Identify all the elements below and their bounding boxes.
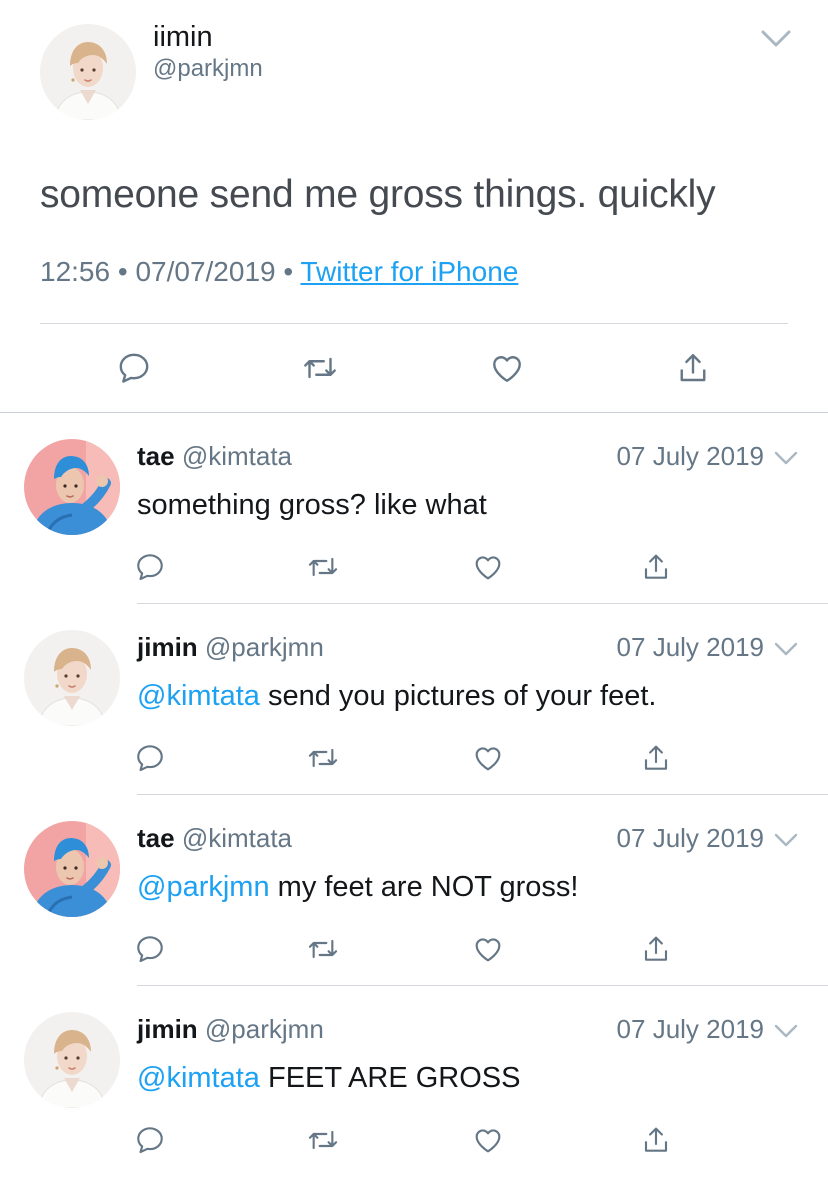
user-handle[interactable]: @kimtata xyxy=(182,823,292,853)
retweet-icon[interactable] xyxy=(307,1124,339,1156)
user-handle[interactable]: @parkjmn xyxy=(205,632,324,662)
like-icon[interactable] xyxy=(489,350,525,386)
reply-header: jimin @parkjmn xyxy=(137,630,324,664)
retweet-icon[interactable] xyxy=(302,350,338,386)
reply-date: 07 July 2019 xyxy=(616,441,764,471)
avatar[interactable] xyxy=(40,24,136,120)
share-icon[interactable] xyxy=(640,551,672,583)
display-name[interactable]: jimin xyxy=(137,1014,198,1044)
meta-separator: • xyxy=(283,256,294,287)
reply-header: jimin @parkjmn xyxy=(137,1012,324,1046)
main-tweet: iimin @parkjmn someone send me gross thi… xyxy=(0,0,828,412)
reply-text: @kimtata FEET ARE GROSS xyxy=(137,1060,520,1096)
reply-icon[interactable] xyxy=(134,551,166,583)
reply-header: tae @kimtata xyxy=(137,439,292,473)
divider xyxy=(40,323,788,324)
chevron-down-icon[interactable] xyxy=(774,1023,798,1039)
reply-date: 07 July 2019 xyxy=(616,1014,764,1044)
retweet-icon[interactable] xyxy=(307,742,339,774)
reply-message: my feet are NOT gross! xyxy=(277,871,579,903)
retweet-icon[interactable] xyxy=(307,933,339,965)
meta-separator: • xyxy=(117,256,128,287)
reply-icon[interactable] xyxy=(134,742,166,774)
like-icon[interactable] xyxy=(472,933,504,965)
user-handle[interactable]: @parkjmn xyxy=(153,55,263,83)
reply-tweet[interactable]: jimin @parkjmn 07 July 2019 @kimtata FEE… xyxy=(0,986,828,1177)
display-name[interactable]: iimin xyxy=(153,20,213,54)
reply-tweet[interactable]: tae @kimtata 07 July 2019 something gros… xyxy=(0,413,828,604)
avatar[interactable] xyxy=(24,821,120,917)
display-name[interactable]: tae xyxy=(137,823,175,853)
retweet-icon[interactable] xyxy=(307,551,339,583)
chevron-down-icon[interactable] xyxy=(774,641,798,657)
display-name[interactable]: tae xyxy=(137,441,175,471)
reply-text: something gross? like what xyxy=(137,487,487,523)
reply-icon[interactable] xyxy=(134,1124,166,1156)
display-name[interactable]: jimin xyxy=(137,632,198,662)
reply-date: 07 July 2019 xyxy=(616,632,764,662)
reply-header: tae @kimtata xyxy=(137,821,292,855)
like-icon[interactable] xyxy=(472,1124,504,1156)
profile-photo-icon xyxy=(24,439,120,535)
reply-icon[interactable] xyxy=(134,933,166,965)
user-handle[interactable]: @kimtata xyxy=(182,441,292,471)
profile-photo-icon xyxy=(24,821,120,917)
like-icon[interactable] xyxy=(472,551,504,583)
tweet-meta: 12:56 • 07/07/2019 • Twitter for iPhone xyxy=(40,255,518,289)
profile-photo-icon xyxy=(40,24,136,120)
reply-text: @parkjmn my feet are NOT gross! xyxy=(137,869,579,905)
reply-message: FEET ARE GROSS xyxy=(267,1062,521,1094)
reply-tweet[interactable]: tae @kimtata 07 July 2019 @parkjmn my fe… xyxy=(0,795,828,986)
share-icon[interactable] xyxy=(640,742,672,774)
share-icon[interactable] xyxy=(675,350,711,386)
user-handle[interactable]: @parkjmn xyxy=(205,1014,324,1044)
reply-message: send you pictures of your feet. xyxy=(267,680,657,712)
chevron-down-icon[interactable] xyxy=(774,832,798,848)
tweet-source-link[interactable]: Twitter for iPhone xyxy=(300,256,518,287)
chevron-down-icon[interactable] xyxy=(760,28,792,50)
avatar[interactable] xyxy=(24,439,120,535)
tweet-date: 07/07/2019 xyxy=(135,256,276,287)
like-icon[interactable] xyxy=(472,742,504,774)
avatar[interactable] xyxy=(24,1012,120,1108)
mention-link[interactable]: @kimtata xyxy=(137,1062,260,1094)
mention-link[interactable]: @parkjmn xyxy=(137,871,270,903)
profile-photo-icon xyxy=(24,1012,120,1108)
reply-date: 07 July 2019 xyxy=(616,823,764,853)
tweet-time: 12:56 xyxy=(40,256,111,287)
share-icon[interactable] xyxy=(640,933,672,965)
reply-message: something gross? like what xyxy=(137,489,487,521)
share-icon[interactable] xyxy=(640,1124,672,1156)
tweet-text: someone send me gross things. quickly xyxy=(40,173,716,216)
chevron-down-icon[interactable] xyxy=(774,450,798,466)
reply-text: @kimtata send you pictures of your feet. xyxy=(137,678,656,714)
profile-photo-icon xyxy=(24,630,120,726)
reply-icon[interactable] xyxy=(116,350,152,386)
mention-link[interactable]: @kimtata xyxy=(137,680,260,712)
reply-tweet[interactable]: jimin @parkjmn 07 July 2019 @kimtata sen… xyxy=(0,604,828,795)
avatar[interactable] xyxy=(24,630,120,726)
